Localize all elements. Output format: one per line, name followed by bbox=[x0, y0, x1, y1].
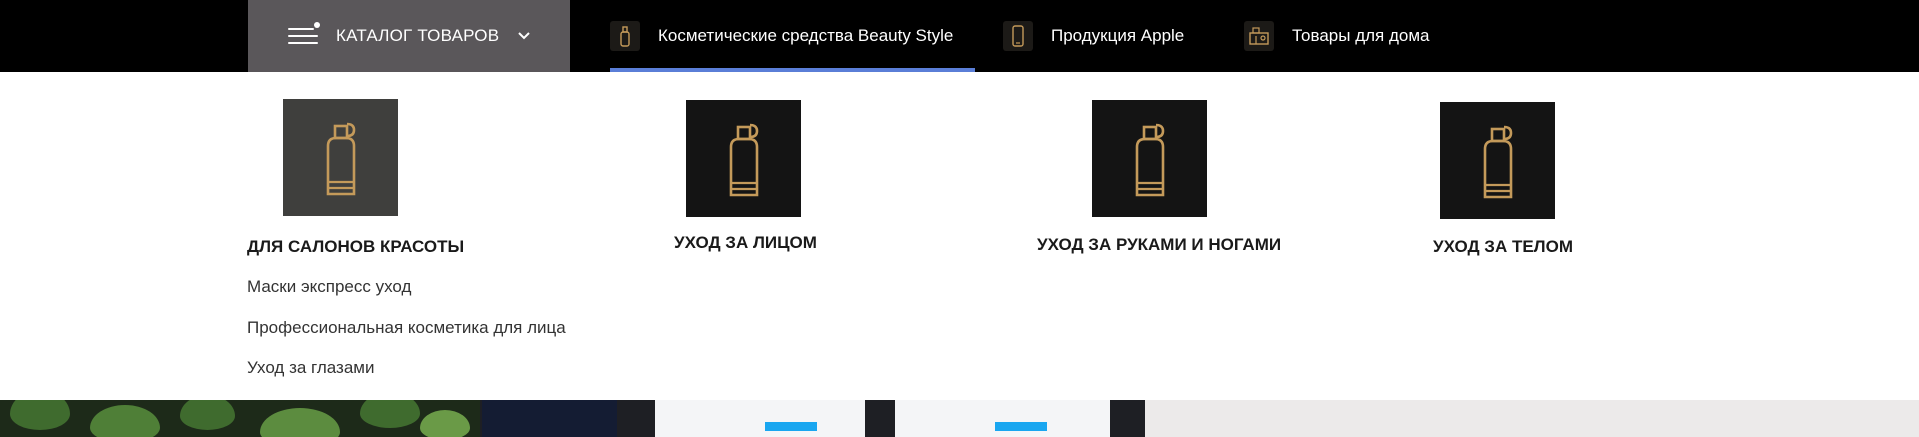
tab-apple-products[interactable]: Продукция Apple bbox=[1003, 0, 1184, 72]
category-image-body-care[interactable] bbox=[1440, 102, 1555, 219]
category-title-hands-feet-care[interactable]: УХОД ЗА РУКАМИ И НОГАМИ bbox=[1037, 235, 1281, 255]
hamburger-menu-icon bbox=[288, 22, 320, 46]
tab-beauty-style[interactable]: Косметические средства Beauty Style bbox=[610, 0, 975, 72]
home-goods-icon bbox=[1244, 21, 1274, 51]
spray-bottle-icon bbox=[610, 21, 640, 51]
category-title-body-care[interactable]: УХОД ЗА ТЕЛОМ bbox=[1433, 237, 1573, 257]
top-navigation-bar: КАТАЛОГ ТОВАРОВ Косметические средства B… bbox=[0, 0, 1919, 72]
page-background-banner bbox=[0, 400, 1919, 437]
spray-bottle-icon bbox=[326, 122, 355, 195]
mega-menu-dropdown: ДЛЯ САЛОНОВ КРАСОТЫ Маски экспресс уход … bbox=[0, 72, 1919, 400]
catalog-menu-button[interactable]: КАТАЛОГ ТОВАРОВ bbox=[248, 0, 570, 72]
subcategory-link[interactable]: Маски экспресс уход bbox=[247, 277, 411, 297]
category-image-salons[interactable] bbox=[283, 99, 398, 216]
spray-bottle-icon bbox=[1135, 123, 1164, 196]
background-image-right bbox=[1145, 400, 1919, 437]
category-title-salons[interactable]: ДЛЯ САЛОНОВ КРАСОТЫ bbox=[247, 237, 464, 257]
subcategory-link[interactable]: Профессиональная косметика для лица bbox=[247, 318, 566, 338]
screenshot-collage-image bbox=[480, 400, 1145, 437]
tab-apple-products-label: Продукция Apple bbox=[1051, 26, 1185, 45]
category-title-face-care[interactable]: УХОД ЗА ЛИЦОМ bbox=[674, 233, 817, 253]
spray-bottle-icon bbox=[1483, 125, 1512, 198]
catalog-menu-label: КАТАЛОГ ТОВАРОВ bbox=[336, 26, 500, 45]
subcategory-link[interactable]: Уход за глазами bbox=[247, 358, 374, 378]
plants-image bbox=[0, 400, 480, 437]
smartphone-icon bbox=[1003, 21, 1033, 51]
tab-home-goods-label: Товары для дома bbox=[1292, 26, 1430, 45]
category-image-hands-feet-care[interactable] bbox=[1092, 100, 1207, 217]
category-image-face-care[interactable] bbox=[686, 100, 801, 217]
spray-bottle-icon bbox=[729, 123, 758, 196]
tab-beauty-style-label: Косметические средства Beauty Style bbox=[658, 26, 954, 45]
chevron-down-icon bbox=[518, 32, 530, 40]
tab-home-goods[interactable]: Товары для дома bbox=[1244, 0, 1430, 72]
